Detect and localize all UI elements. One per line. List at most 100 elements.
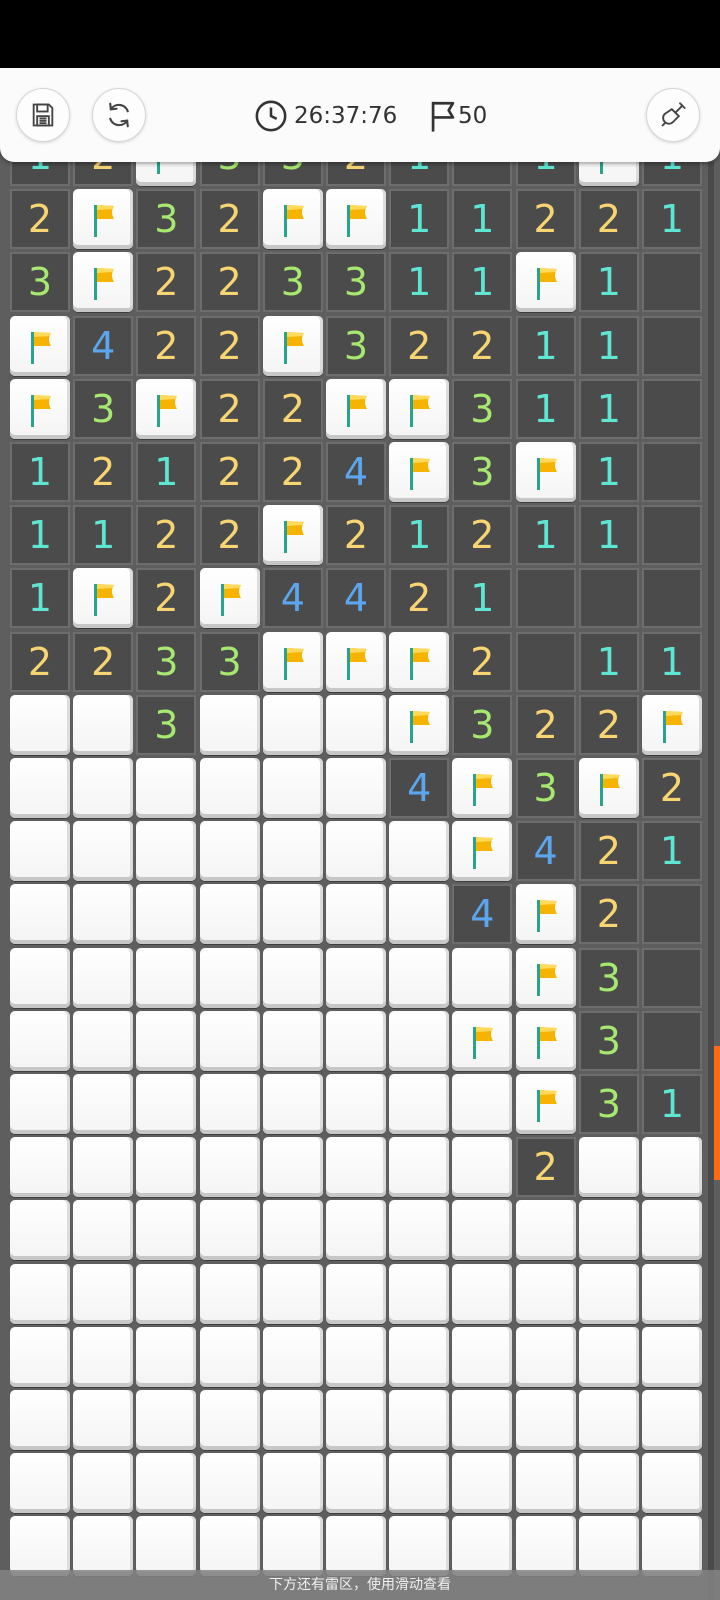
covered-cell[interactable] [326,758,386,818]
covered-cell[interactable] [326,947,386,1008]
covered-cell[interactable] [199,758,260,818]
number-cell[interactable]: 1 [73,505,134,566]
number-cell[interactable]: 1 [452,568,513,629]
number-cell[interactable]: 4 [262,568,323,629]
covered-cell[interactable] [262,1263,323,1324]
number-cell[interactable]: 1 [578,252,639,313]
number-cell[interactable]: 2 [515,189,576,250]
covered-cell[interactable] [10,1326,70,1387]
covered-cell[interactable] [199,947,260,1008]
flagged-cell[interactable] [262,631,323,692]
number-cell[interactable]: 1 [515,315,576,376]
covered-cell[interactable] [578,1200,639,1261]
number-cell[interactable]: 3 [452,442,513,502]
covered-cell[interactable] [452,1390,513,1450]
number-cell[interactable]: 1 [578,315,639,376]
covered-cell[interactable] [73,1074,134,1134]
flagged-cell[interactable] [262,315,323,376]
flagged-cell[interactable] [642,694,702,755]
covered-cell[interactable] [578,1137,639,1198]
flagged-cell[interactable] [10,378,70,439]
number-cell[interactable]: 2 [389,568,450,629]
covered-cell[interactable] [262,1516,323,1577]
covered-cell[interactable] [199,884,260,945]
number-cell[interactable]: 3 [452,694,513,755]
covered-cell[interactable] [73,1390,134,1450]
number-cell[interactable]: 2 [452,315,513,376]
covered-cell[interactable] [452,947,513,1008]
flagged-cell[interactable] [73,568,134,629]
covered-cell[interactable] [578,1326,639,1387]
covered-cell[interactable] [326,1390,386,1450]
covered-cell[interactable] [136,884,197,945]
flagged-cell[interactable] [389,442,450,502]
covered-cell[interactable] [642,1326,702,1387]
empty-cell[interactable] [578,568,639,629]
covered-cell[interactable] [262,1074,323,1134]
flagged-cell[interactable] [452,758,513,818]
empty-cell[interactable] [642,947,702,1008]
flagged-cell[interactable] [515,252,576,313]
covered-cell[interactable] [326,1263,386,1324]
covered-cell[interactable] [199,1263,260,1324]
number-cell[interactable]: 3 [199,162,260,186]
covered-cell[interactable] [73,1326,134,1387]
covered-cell[interactable] [326,884,386,945]
flagged-cell[interactable] [136,162,197,186]
covered-cell[interactable] [326,1074,386,1134]
covered-cell[interactable] [136,1074,197,1134]
number-cell[interactable]: 2 [326,505,386,566]
number-cell[interactable]: 1 [515,162,576,186]
flagged-cell[interactable] [389,378,450,439]
number-cell[interactable]: 2 [199,315,260,376]
covered-cell[interactable] [199,1137,260,1198]
number-cell[interactable]: 1 [642,1074,702,1134]
covered-cell[interactable] [136,1010,197,1071]
number-cell[interactable]: 3 [578,947,639,1008]
covered-cell[interactable] [452,1074,513,1134]
covered-cell[interactable] [452,1137,513,1198]
covered-cell[interactable] [515,1390,576,1450]
number-cell[interactable]: 1 [10,505,70,566]
flagged-cell[interactable] [73,189,134,250]
empty-cell[interactable] [642,442,702,502]
covered-cell[interactable] [73,1516,134,1577]
number-cell[interactable]: 1 [389,189,450,250]
flagged-cell[interactable] [10,315,70,376]
covered-cell[interactable] [136,1390,197,1450]
number-cell[interactable]: 3 [136,631,197,692]
scroll-indicator[interactable] [714,1046,720,1180]
flagged-cell[interactable] [452,1010,513,1071]
covered-cell[interactable] [199,1010,260,1071]
dig-mode-button[interactable] [646,88,700,142]
number-cell[interactable]: 2 [73,162,134,186]
covered-cell[interactable] [642,1516,702,1577]
number-cell[interactable]: 1 [642,821,702,882]
number-cell[interactable]: 2 [578,694,639,755]
covered-cell[interactable] [262,947,323,1008]
number-cell[interactable]: 1 [389,252,450,313]
number-cell[interactable]: 2 [73,631,134,692]
number-cell[interactable]: 2 [262,378,323,439]
covered-cell[interactable] [515,1263,576,1324]
covered-cell[interactable] [578,1263,639,1324]
flagged-cell[interactable] [326,378,386,439]
covered-cell[interactable] [389,1516,450,1577]
covered-cell[interactable] [452,1200,513,1261]
number-cell[interactable]: 2 [136,505,197,566]
covered-cell[interactable] [578,1390,639,1450]
covered-cell[interactable] [262,1200,323,1261]
covered-cell[interactable] [10,1390,70,1450]
flagged-cell[interactable] [389,631,450,692]
covered-cell[interactable] [199,694,260,755]
covered-cell[interactable] [326,1453,386,1514]
number-cell[interactable]: 2 [326,162,386,186]
save-button[interactable] [16,88,70,142]
number-cell[interactable]: 2 [578,189,639,250]
number-cell[interactable]: 2 [578,884,639,945]
covered-cell[interactable] [136,821,197,882]
covered-cell[interactable] [326,1200,386,1261]
covered-cell[interactable] [642,1390,702,1450]
covered-cell[interactable] [10,1516,70,1577]
flagged-cell[interactable] [262,189,323,250]
